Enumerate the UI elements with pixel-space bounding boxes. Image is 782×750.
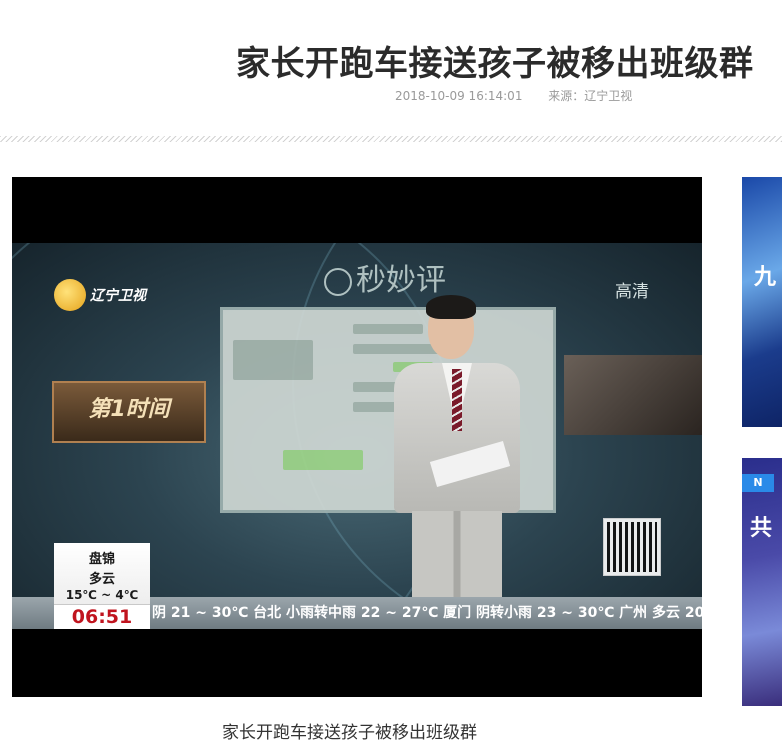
clock-icon <box>324 267 352 296</box>
source-label[interactable]: 来源：辽宁卫视 <box>548 89 632 103</box>
side-ad-banner[interactable]: N 共 <box>742 458 782 706</box>
video-caption: 家长开跑车接送孩子被移出班级群 <box>222 723 477 743</box>
hd-badge: 高清 <box>615 282 649 302</box>
weather-temperature: 15℃ ~ 4℃ <box>65 588 139 602</box>
video-player[interactable]: 第1时间 秒妙评 高清 辽宁卫视 阴 21 ~ 30℃ 台北 小雨转中雨 22 … <box>12 177 702 697</box>
segment-logo: 秒妙评 <box>324 255 446 299</box>
ad-text: 共 <box>750 516 773 541</box>
background-monitor <box>564 355 702 435</box>
segment-name: 秒妙评 <box>356 263 446 298</box>
qr-code-icon <box>603 518 661 576</box>
weather-city: 盘锦 <box>88 552 115 567</box>
sun-logo-icon <box>54 279 86 311</box>
presenter-hair <box>426 295 476 319</box>
presenter-tie <box>452 369 462 431</box>
chat-bubble <box>283 450 363 470</box>
broadcast-time: 06:51 <box>54 604 150 629</box>
show-banner: 第1时间 <box>52 381 206 443</box>
side-ad-banner[interactable]: 九 <box>742 177 782 427</box>
weather-box: 盘锦 多云 15℃ ~ 4℃ 06:51 <box>54 543 150 629</box>
channel-logo: 辽宁卫视 <box>54 279 146 311</box>
weather-condition: 多云 <box>88 572 115 587</box>
channel-name: 辽宁卫视 <box>90 288 146 304</box>
divider <box>0 136 782 142</box>
article-meta: 2018-10-09 16:14:01 来源：辽宁卫视 <box>395 87 632 104</box>
news-presenter <box>384 295 530 629</box>
chat-bubble <box>233 340 313 380</box>
ad-text: 九 <box>754 265 777 290</box>
publish-datetime: 2018-10-09 16:14:01 <box>395 89 523 103</box>
video-frame: 第1时间 秒妙评 高清 辽宁卫视 阴 21 ~ 30℃ 台北 小雨转中雨 22 … <box>12 243 702 629</box>
ad-badge: N <box>742 474 774 492</box>
ticker-text: 阴 21 ~ 30℃ 台北 小雨转中雨 22 ~ 27℃ 厦门 阴转小雨 23 … <box>152 605 702 621</box>
article-title: 家长开跑车接送孩子被移出班级群 <box>236 44 754 84</box>
